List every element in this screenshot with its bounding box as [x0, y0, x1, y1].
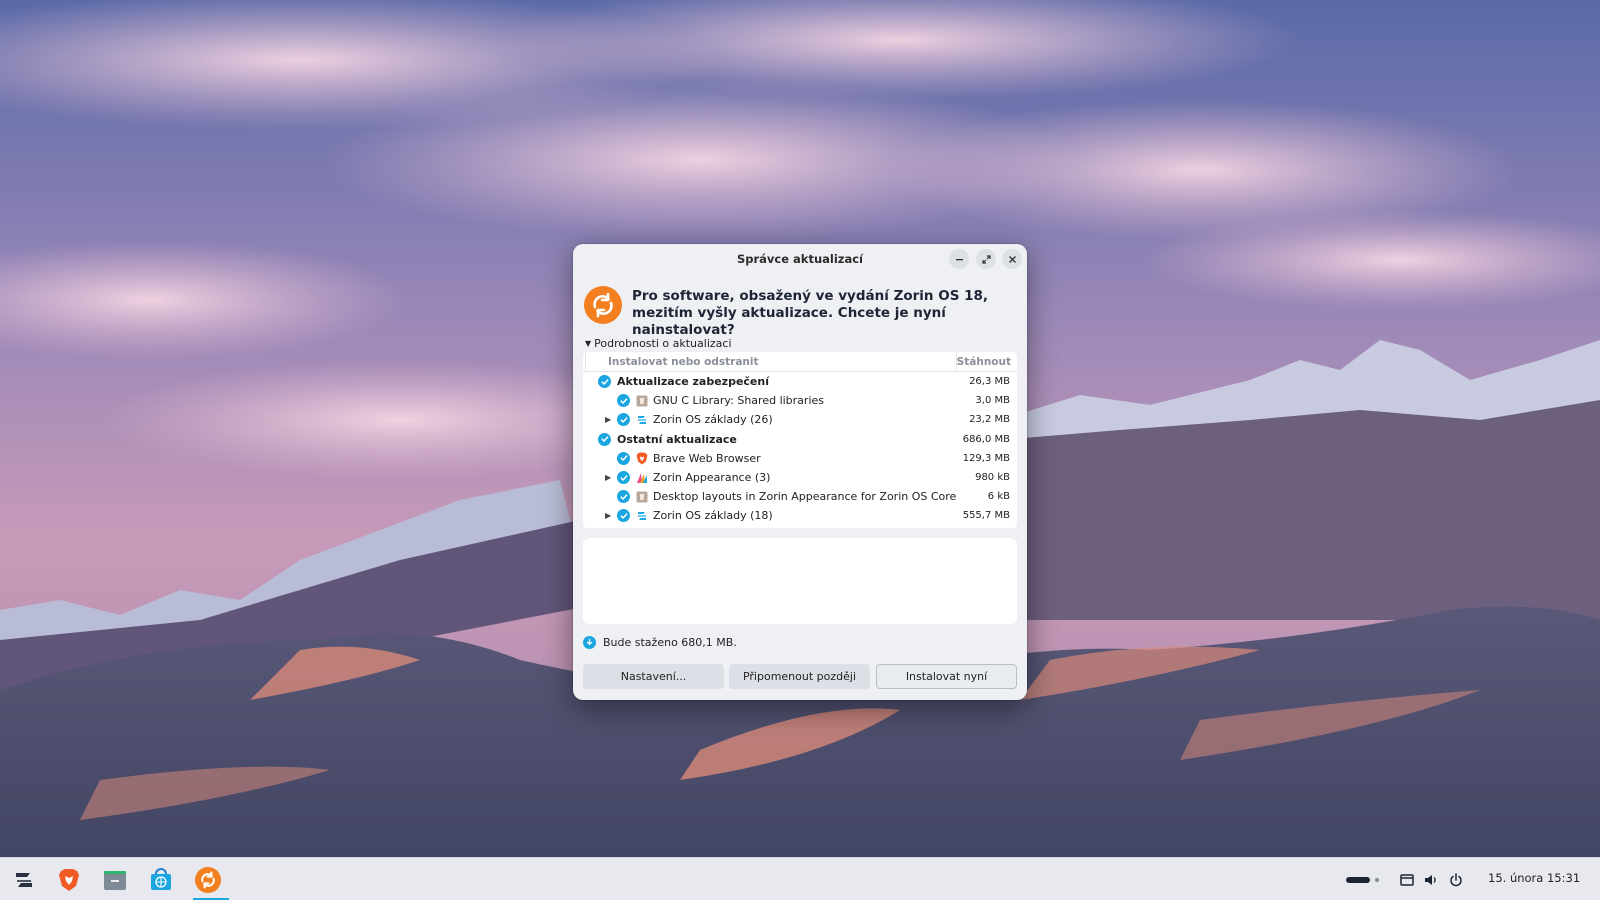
tree-group-row[interactable]: Ostatní aktualizace 686,0 MB — [583, 430, 1017, 449]
network-icon[interactable] — [1400, 858, 1414, 900]
tree-item-row[interactable]: ▶ Zorin Appearance (3) 980 kB — [583, 468, 1017, 487]
package-icon — [636, 395, 648, 407]
column-header-name[interactable]: Instalovat nebo odstranit — [585, 352, 957, 371]
workspace-indicator-icon[interactable] — [1346, 858, 1382, 900]
details-expander[interactable]: ▼ Podrobnosti o aktualizaci — [585, 337, 732, 350]
expander-down-icon: ▼ — [585, 339, 592, 348]
updater-icon — [584, 286, 622, 324]
clock[interactable]: 15. února 15:31 — [1488, 871, 1580, 885]
taskbar: 15. února 15:31 — [0, 857, 1600, 900]
row-label: Brave Web Browser — [653, 451, 761, 465]
row-size: 980 kB — [975, 472, 1010, 484]
brave-icon — [636, 452, 648, 465]
row-label: Ostatní aktualizace — [617, 432, 737, 446]
checkbox-checked-icon[interactable] — [617, 394, 630, 408]
software-store-icon[interactable] — [145, 864, 177, 896]
download-info: Bude staženo 680,1 MB. — [583, 636, 737, 649]
checkbox-checked-icon[interactable] — [617, 509, 630, 523]
tree-header: Instalovat nebo odstranit Stáhnout — [583, 352, 1017, 372]
tree-item-row[interactable]: Desktop layouts in Zorin Appearance for … — [583, 487, 1017, 506]
tree-item-row[interactable]: ▶ Zorin OS základy (18) 555,7 MB — [583, 506, 1017, 525]
install-now-button[interactable]: Instalovat nyní — [876, 664, 1017, 689]
checkbox-checked-icon[interactable] — [598, 432, 611, 446]
zorin-icon — [636, 510, 648, 522]
close-icon[interactable] — [1002, 249, 1022, 269]
row-size: 555,7 MB — [962, 510, 1010, 522]
tree-item-row[interactable]: ▶ Zorin OS základy (26) 23,2 MB — [583, 410, 1017, 429]
remind-later-button[interactable]: Připomenout později — [729, 664, 870, 689]
row-size: 129,3 MB — [962, 452, 1010, 464]
tree-item-row[interactable]: Brave Web Browser 129,3 MB — [583, 449, 1017, 468]
details-label: Podrobnosti o aktualizaci — [594, 337, 732, 350]
row-label: GNU C Library: Shared libraries — [653, 394, 824, 408]
checkbox-checked-icon[interactable] — [617, 471, 630, 485]
row-label: Desktop layouts in Zorin Appearance for … — [653, 490, 957, 504]
dialog-headline: Pro software, obsažený ve vydání Zorin O… — [632, 288, 989, 338]
download-info-text: Bude staženo 680,1 MB. — [603, 636, 737, 649]
row-label: Aktualizace zabezpečení — [617, 375, 769, 389]
brave-icon[interactable] — [53, 864, 85, 896]
updater-taskbar-icon[interactable] — [192, 864, 224, 896]
volume-icon[interactable] — [1424, 858, 1438, 900]
row-size: 23,2 MB — [969, 414, 1010, 426]
row-size: 3,0 MB — [975, 395, 1010, 407]
checkbox-checked-icon[interactable] — [617, 451, 630, 465]
expander-right-icon[interactable]: ▶ — [605, 511, 615, 520]
package-icon — [636, 491, 648, 503]
tree-group-row[interactable]: Aktualizace zabezpečení 26,3 MB — [583, 372, 1017, 391]
files-icon[interactable] — [99, 864, 131, 896]
description-panel — [583, 538, 1017, 624]
power-icon[interactable] — [1449, 858, 1463, 900]
maximize-icon[interactable] — [976, 249, 996, 269]
expander-right-icon[interactable]: ▶ — [605, 415, 615, 424]
tree-item-row[interactable]: GNU C Library: Shared libraries 3,0 MB — [583, 391, 1017, 410]
settings-button[interactable]: Nastavení... — [583, 664, 724, 689]
minimize-icon[interactable] — [949, 249, 969, 269]
zorin-menu-icon[interactable] — [8, 864, 40, 896]
tree-rows: Aktualizace zabezpečení 26,3 MB GNU C Libr… — [583, 372, 1017, 526]
appearance-icon — [636, 472, 648, 484]
checkbox-checked-icon[interactable] — [598, 375, 611, 389]
row-size: 6 kB — [987, 491, 1010, 503]
zorin-icon — [636, 414, 648, 426]
row-label: Zorin OS základy (18) — [653, 509, 773, 523]
column-header-size[interactable]: Stáhnout — [957, 352, 1017, 371]
checkbox-checked-icon[interactable] — [617, 490, 630, 504]
row-label: Zorin OS základy (26) — [653, 413, 773, 427]
checkbox-checked-icon[interactable] — [617, 413, 630, 427]
download-info-icon — [583, 636, 596, 649]
row-size: 26,3 MB — [969, 376, 1010, 388]
update-manager-dialog: Správce aktualizací Pro software, obsaže… — [573, 244, 1027, 700]
row-label: Zorin Appearance (3) — [653, 471, 771, 485]
expander-right-icon[interactable]: ▶ — [605, 473, 615, 482]
row-size: 686,0 MB — [962, 433, 1010, 445]
updates-tree: Instalovat nebo odstranit Stáhnout Aktua… — [583, 352, 1017, 528]
dialog-titlebar[interactable]: Správce aktualizací — [573, 244, 1027, 272]
